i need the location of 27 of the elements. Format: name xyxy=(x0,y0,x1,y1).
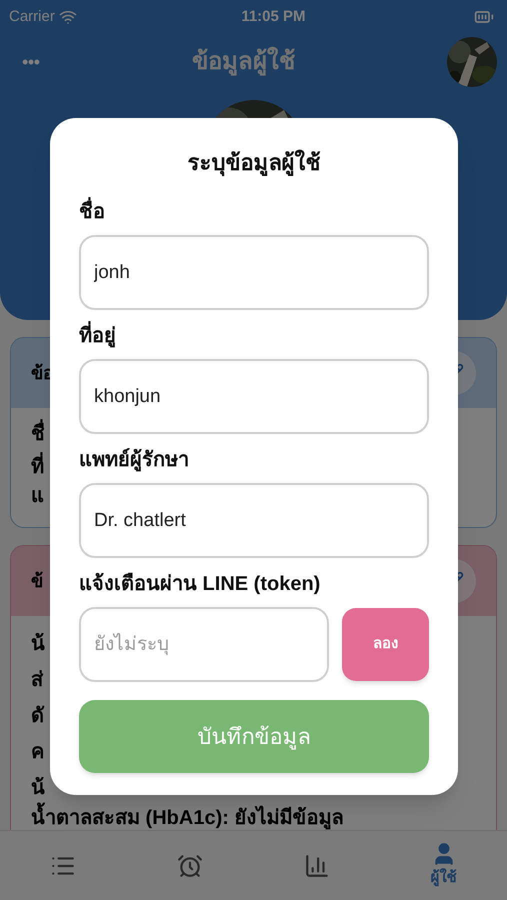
field-label: แพทย์ผู้รักษา xyxy=(79,447,190,474)
info-line: ชื่ xyxy=(31,418,45,451)
field-label: ที่อยู่ xyxy=(79,321,429,351)
info-line: ที่ xyxy=(31,451,44,484)
wifi-icon xyxy=(58,8,77,26)
save-button[interactable]: บันทึกข้อมูล xyxy=(79,700,429,773)
info-line: ค xyxy=(31,740,44,765)
info-line: แ xyxy=(31,484,44,508)
test-button[interactable]: ลอง xyxy=(342,608,429,681)
dialog-title: ระบุข้อมูลผู้ใช้ xyxy=(188,148,320,178)
field-label: ชื่อ xyxy=(79,197,429,227)
text-field[interactable]: Dr. chatlert xyxy=(79,483,429,558)
text-field[interactable]: khonjun xyxy=(79,359,429,434)
chart-icon xyxy=(304,852,330,878)
info-line: ส่ xyxy=(31,668,43,693)
page-title: ข้อมูลผู้ใช้ xyxy=(192,46,295,78)
clock: 11:05 PM xyxy=(241,6,306,27)
token-field[interactable]: ยังไม่ระบุ xyxy=(79,607,329,682)
field-label: แจ้งเตือนผ่าน LINE (token) xyxy=(79,572,322,597)
carrier-label: Carrier xyxy=(9,6,55,27)
more-button[interactable]: ••• xyxy=(22,48,40,76)
info-line: น้ xyxy=(31,632,45,657)
card-title: ข้ xyxy=(31,570,43,592)
info-line: น้ xyxy=(31,776,45,801)
alarm-icon xyxy=(177,852,204,878)
tab-button[interactable]: ผู้ใช้ xyxy=(404,841,484,890)
info-line: ดั xyxy=(31,704,44,729)
